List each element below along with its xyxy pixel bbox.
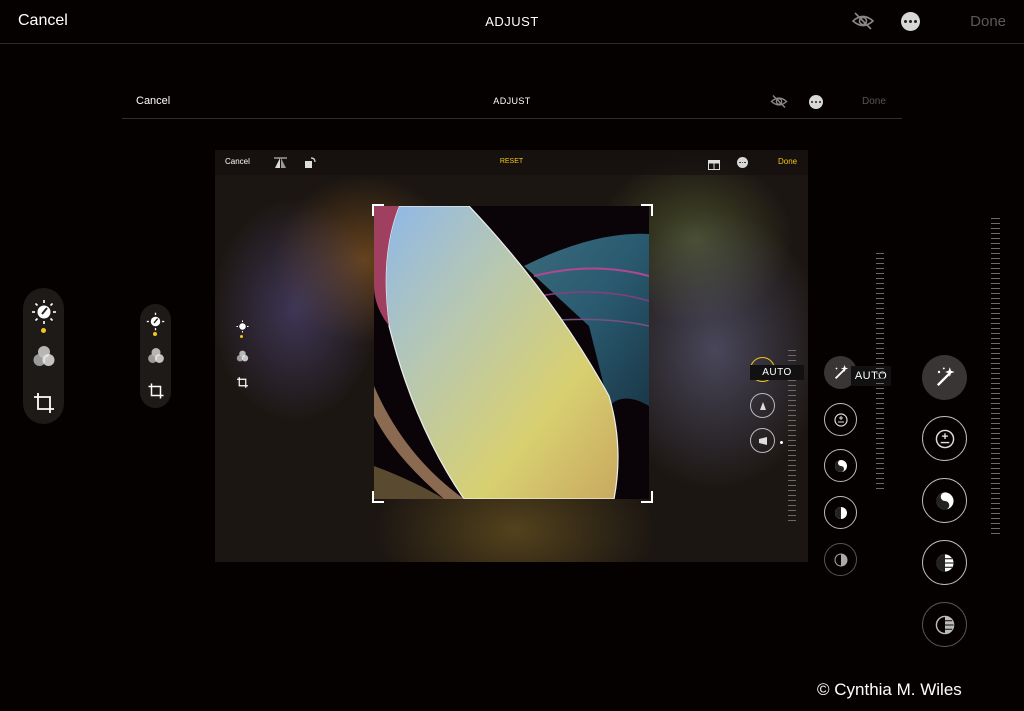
nested-active-indicator-dot xyxy=(153,332,157,336)
photo-canvas[interactable] xyxy=(374,206,649,499)
top-bar: Cancel ADJUST Done xyxy=(0,0,1024,44)
aspect-ratio-icon[interactable] xyxy=(708,157,720,170)
inner-top-bar: Cancel RESET Done xyxy=(215,150,808,175)
nested-auto-label: AUTO xyxy=(851,366,891,386)
copyright-watermark: © Cynthia M. Wiles xyxy=(817,680,962,699)
brilliance-icon[interactable] xyxy=(922,478,967,523)
crop-icon[interactable] xyxy=(31,390,56,415)
inner-crop-icon[interactable] xyxy=(235,375,249,389)
adjust-icon[interactable] xyxy=(30,298,57,325)
inner-active-indicator-dot xyxy=(240,335,243,338)
inner-more-options-icon[interactable] xyxy=(737,157,748,168)
crop-handle-bottom-right[interactable] xyxy=(641,491,653,503)
nested-done-button[interactable]: Done xyxy=(862,96,886,107)
horizontal-perspective-icon[interactable] xyxy=(750,428,775,453)
nested-adjust-icon[interactable] xyxy=(145,311,166,332)
inner-auto-label: AUTO xyxy=(750,365,804,380)
slider-indicator-dot xyxy=(780,441,783,444)
nested-tool-sidebar xyxy=(140,304,171,408)
nested-crop-icon[interactable] xyxy=(146,381,165,400)
nested-shadows-icon[interactable] xyxy=(824,543,857,576)
exposure-icon[interactable] xyxy=(922,416,967,461)
inner-editor: Cancel RESET Done xyxy=(215,150,808,562)
active-indicator-dot xyxy=(41,328,46,333)
inner-tool-sidebar xyxy=(234,317,250,395)
inner-adjust-icon[interactable] xyxy=(235,319,249,333)
hide-original-icon[interactable] xyxy=(851,11,875,31)
nested-more-options-icon[interactable] xyxy=(809,95,823,109)
nested-exposure-icon[interactable] xyxy=(824,403,857,436)
tool-sidebar xyxy=(23,288,64,424)
done-button[interactable]: Done xyxy=(970,13,1006,30)
nested-top-bar: Cancel ADJUST Done xyxy=(122,86,902,119)
filters-icon[interactable] xyxy=(31,344,56,368)
nested-hide-original-icon[interactable] xyxy=(770,94,788,109)
nested-adjust-slider[interactable] xyxy=(876,253,884,493)
nested-highlights-icon[interactable] xyxy=(824,496,857,529)
nested-filters-icon[interactable] xyxy=(146,346,165,364)
nested-brilliance-icon[interactable] xyxy=(824,449,857,482)
inner-filters-icon[interactable] xyxy=(235,349,249,362)
crop-handle-bottom-left[interactable] xyxy=(372,491,384,503)
highlights-icon[interactable] xyxy=(922,540,967,585)
crop-handle-top-right[interactable] xyxy=(641,204,653,216)
vertical-perspective-icon[interactable] xyxy=(750,393,775,418)
more-options-icon[interactable] xyxy=(901,12,920,31)
adjust-slider[interactable] xyxy=(991,218,1000,536)
inner-done-button[interactable]: Done xyxy=(778,157,797,166)
crop-handle-top-left[interactable] xyxy=(372,204,384,216)
auto-enhance-button[interactable] xyxy=(922,355,967,400)
shadows-icon[interactable] xyxy=(922,602,967,647)
